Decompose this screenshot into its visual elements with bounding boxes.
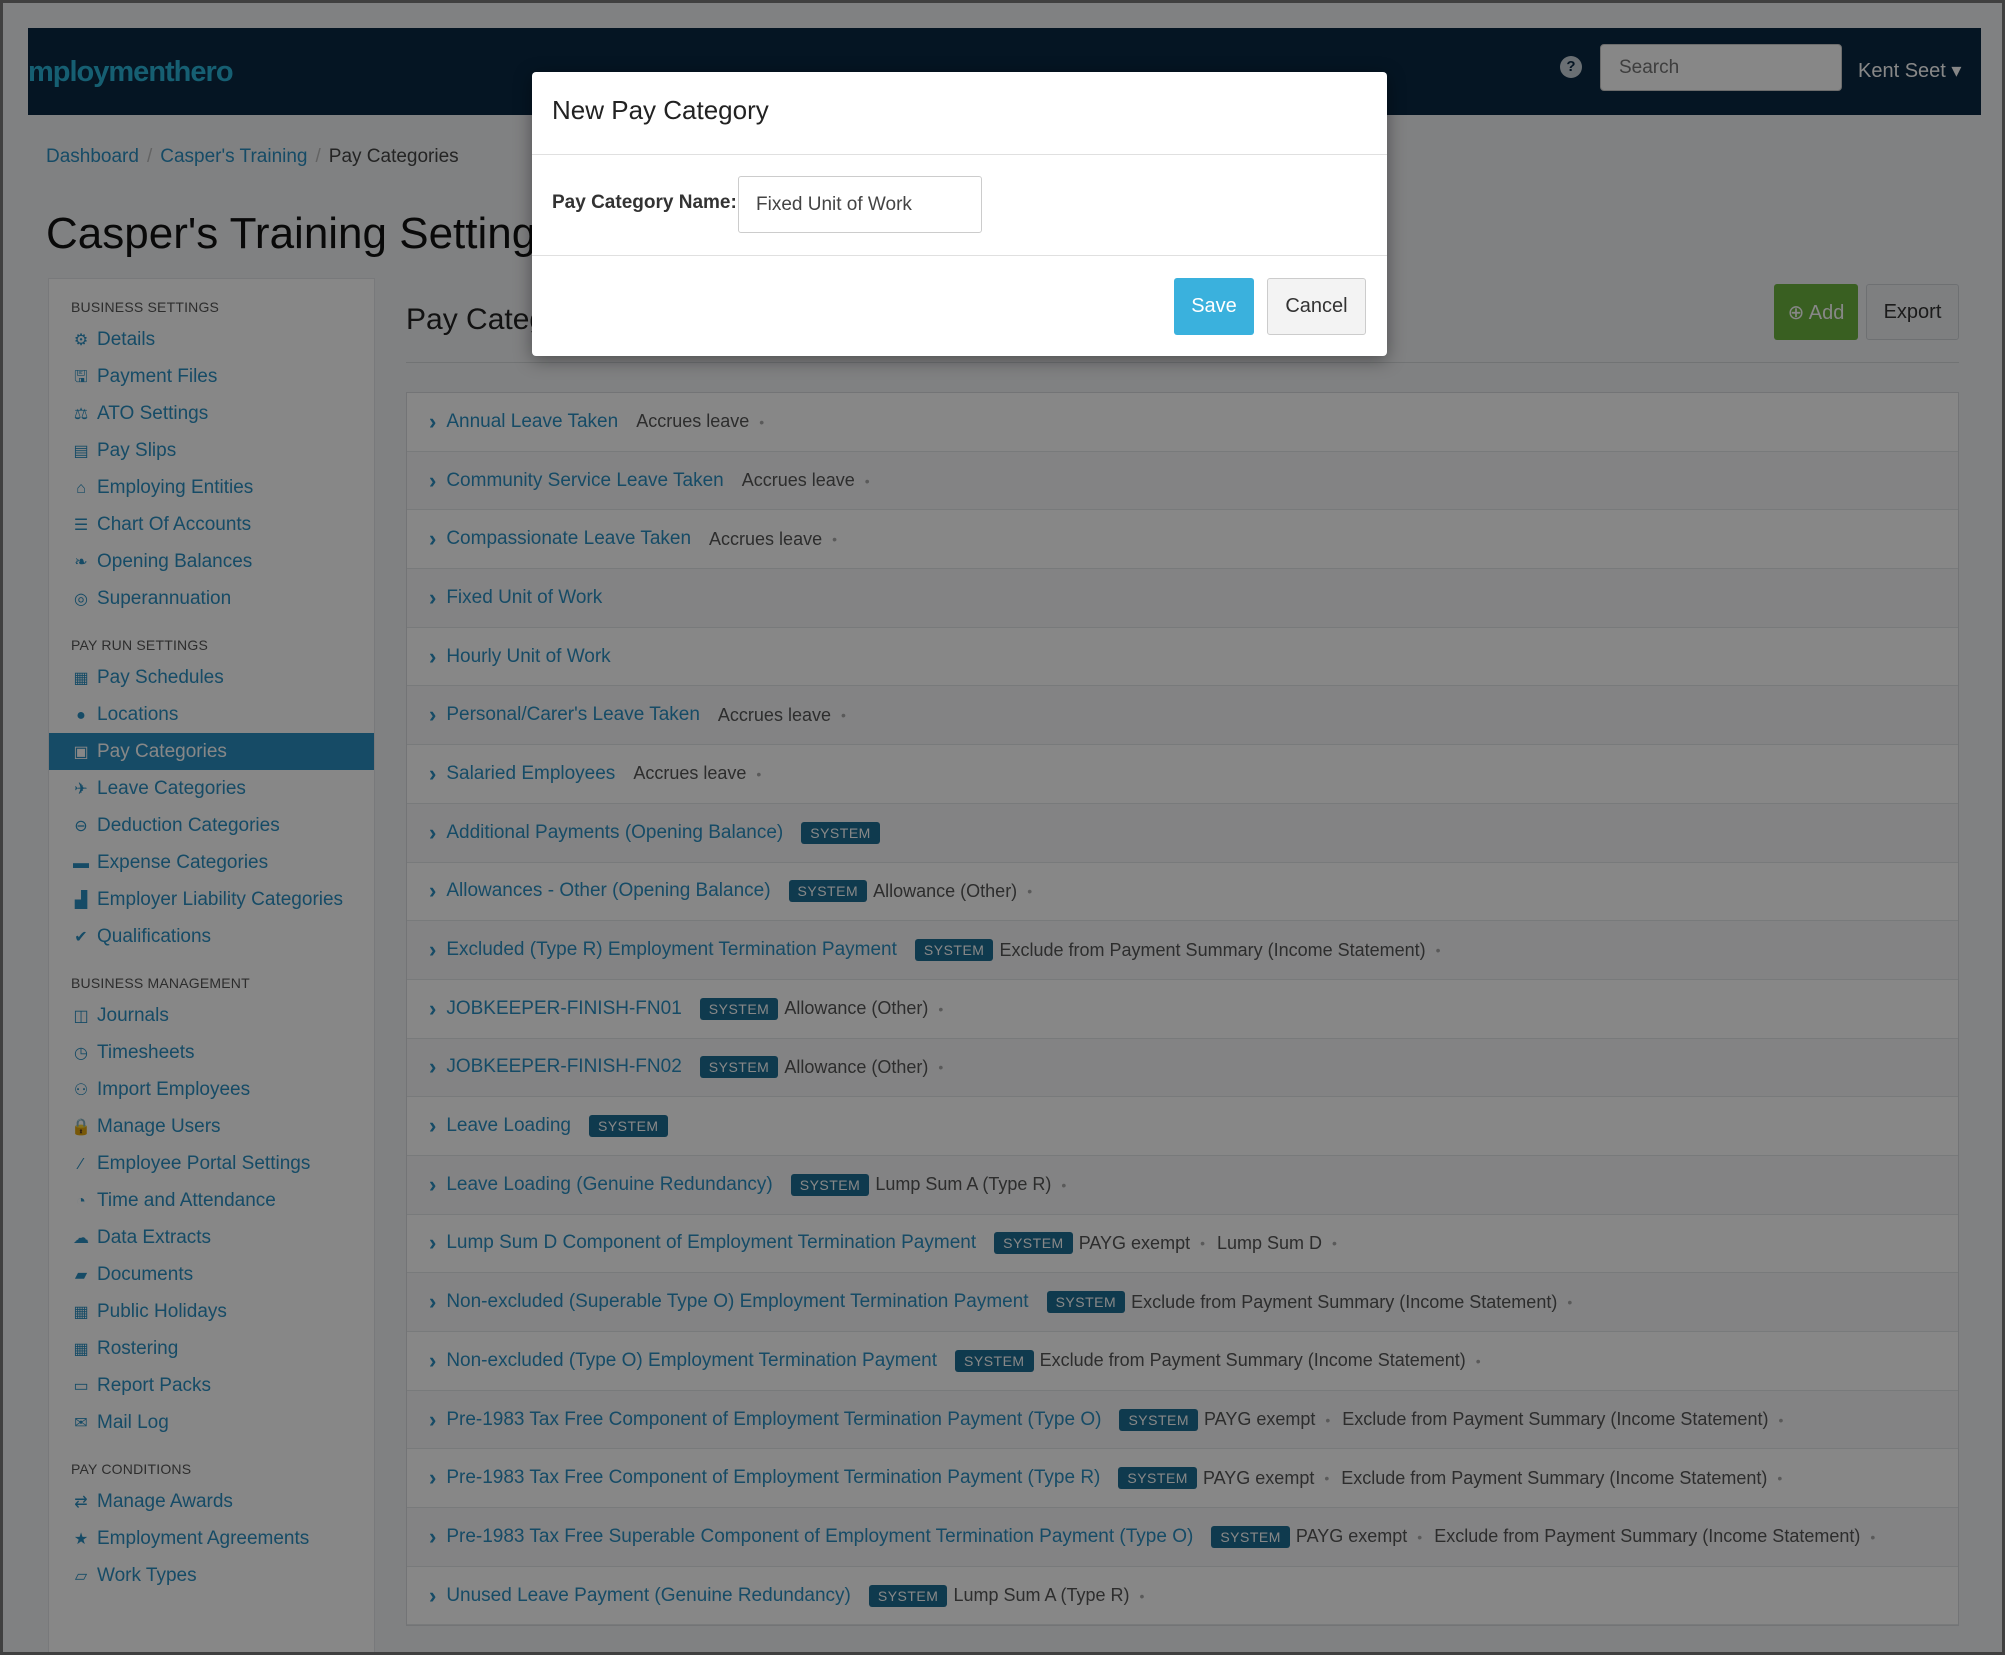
divider [532,154,1387,155]
divider [532,255,1387,256]
pay-category-name-label: Pay Category Name: [552,192,737,213]
save-button[interactable]: Save [1174,278,1254,335]
dialog-title: New Pay Category [552,95,769,125]
pay-category-name-input[interactable] [738,176,982,233]
cancel-button[interactable]: Cancel [1267,278,1366,335]
new-pay-category-dialog: New Pay Category Pay Category Name: Save… [532,72,1387,356]
